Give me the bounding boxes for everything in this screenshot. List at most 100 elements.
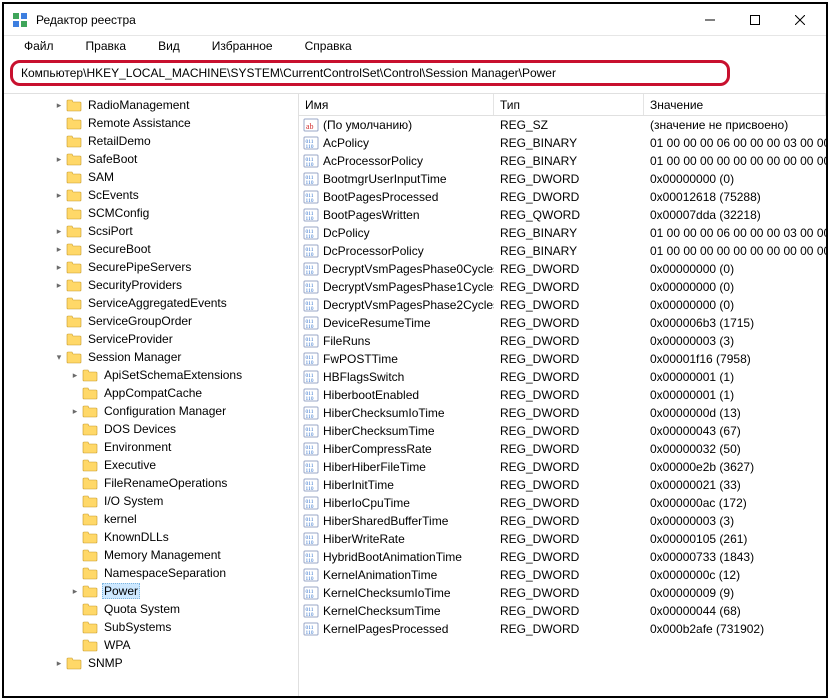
tree-item[interactable]: ▾Session Manager (4, 348, 298, 366)
registry-tree[interactable]: ▸RadioManagement▸Remote Assistance▸Retai… (4, 94, 299, 696)
value-row[interactable]: KernelChecksumIoTimeREG_DWORD0x00000009 … (299, 584, 826, 602)
tree-item[interactable]: ▸ScEvents (4, 186, 298, 204)
chevron-right-icon[interactable]: ▸ (52, 188, 66, 202)
value-row[interactable]: KernelChecksumTimeREG_DWORD0x00000044 (6… (299, 602, 826, 620)
tree-item[interactable]: ▸KnownDLLs (4, 528, 298, 546)
value-row[interactable]: AcPolicyREG_BINARY01 00 00 00 06 00 00 0… (299, 134, 826, 152)
value-row[interactable]: KernelAnimationTimeREG_DWORD0x0000000c (… (299, 566, 826, 584)
value-row[interactable]: HiberHiberFileTimeREG_DWORD0x00000e2b (3… (299, 458, 826, 476)
value-row[interactable]: HiberIoCpuTimeREG_DWORD0x000000ac (172) (299, 494, 826, 512)
value-row[interactable]: HiberChecksumTimeREG_DWORD0x00000043 (67… (299, 422, 826, 440)
value-row[interactable]: DeviceResumeTimeREG_DWORD0x000006b3 (171… (299, 314, 826, 332)
menu-view[interactable]: Вид (142, 37, 196, 55)
tree-item[interactable]: ▸AppCompatCache (4, 384, 298, 402)
tree-item[interactable]: ▸kernel (4, 510, 298, 528)
value-row[interactable]: HBFlagsSwitchREG_DWORD0x00000001 (1) (299, 368, 826, 386)
value-row[interactable]: HiberChecksumIoTimeREG_DWORD0x0000000d (… (299, 404, 826, 422)
tree-item[interactable]: ▸SecureBoot (4, 240, 298, 258)
value-row[interactable]: BootPagesWrittenREG_QWORD0x00007dda (322… (299, 206, 826, 224)
tree-item[interactable]: ▸ApiSetSchemaExtensions (4, 366, 298, 384)
tree-item[interactable]: ▸I/O System (4, 492, 298, 510)
tree-item[interactable]: ▸SubSystems (4, 618, 298, 636)
value-row[interactable]: BootmgrUserInputTimeREG_DWORD0x00000000 … (299, 170, 826, 188)
values-list[interactable]: Имя Тип Значение (По умолчанию)REG_SZ(зн… (299, 94, 826, 696)
col-header-type[interactable]: Тип (494, 94, 644, 115)
tree-item[interactable]: ▸Configuration Manager (4, 402, 298, 420)
value-row[interactable]: DcPolicyREG_BINARY01 00 00 00 06 00 00 0… (299, 224, 826, 242)
tree-item[interactable]: ▸SecurePipeServers (4, 258, 298, 276)
chevron-right-icon[interactable]: ▸ (52, 656, 66, 670)
tree-item-label: ServiceGroupOrder (86, 314, 194, 328)
maximize-button[interactable] (732, 5, 777, 35)
tree-item[interactable]: ▸ServiceAggregatedEvents (4, 294, 298, 312)
value-type: REG_SZ (494, 118, 644, 132)
tree-item[interactable]: ▸RadioManagement (4, 96, 298, 114)
value-row[interactable]: DecryptVsmPagesPhase2CyclesREG_DWORD0x00… (299, 296, 826, 314)
close-button[interactable] (777, 5, 822, 35)
value-row[interactable]: (По умолчанию)REG_SZ(значение не присвое… (299, 116, 826, 134)
value-name: AcProcessorPolicy (323, 154, 423, 168)
value-data: 0x00000000 (0) (644, 262, 826, 276)
tree-item[interactable]: ▸SafeBoot (4, 150, 298, 168)
value-row[interactable]: HiberSharedBufferTimeREG_DWORD0x00000003… (299, 512, 826, 530)
tree-item[interactable]: ▸Executive (4, 456, 298, 474)
tree-item[interactable]: ▸Power (4, 582, 298, 600)
tree-item[interactable]: ▸Memory Management (4, 546, 298, 564)
tree-item[interactable]: ▸ServiceProvider (4, 330, 298, 348)
tree-item[interactable]: ▸ScsiPort (4, 222, 298, 240)
menu-favorites[interactable]: Избранное (196, 37, 289, 55)
value-name: HiberChecksumTime (323, 424, 435, 438)
value-row[interactable]: AcProcessorPolicyREG_BINARY01 00 00 00 0… (299, 152, 826, 170)
value-type: REG_QWORD (494, 208, 644, 222)
tree-item[interactable]: ▸SCMConfig (4, 204, 298, 222)
chevron-right-icon[interactable]: ▸ (52, 242, 66, 256)
tree-item-label: FileRenameOperations (102, 476, 229, 490)
chevron-down-icon[interactable]: ▾ (52, 350, 66, 364)
binary-value-icon (303, 243, 319, 259)
chevron-right-icon[interactable]: ▸ (52, 98, 66, 112)
tree-item[interactable]: ▸SecurityProviders (4, 276, 298, 294)
value-row[interactable]: DecryptVsmPagesPhase0CyclesREG_DWORD0x00… (299, 260, 826, 278)
value-row[interactable]: DcProcessorPolicyREG_BINARY01 00 00 00 0… (299, 242, 826, 260)
value-row[interactable]: HybridBootAnimationTimeREG_DWORD0x000007… (299, 548, 826, 566)
tree-item[interactable]: ▸NamespaceSeparation (4, 564, 298, 582)
tree-item[interactable]: ▸WPA (4, 636, 298, 654)
chevron-right-icon[interactable]: ▸ (52, 260, 66, 274)
value-type: REG_DWORD (494, 388, 644, 402)
value-row[interactable]: HiberInitTimeREG_DWORD0x00000021 (33) (299, 476, 826, 494)
tree-item[interactable]: ▸FileRenameOperations (4, 474, 298, 492)
value-row[interactable]: KernelPagesProcessedREG_DWORD0x000b2afe … (299, 620, 826, 638)
tree-item[interactable]: ▸SNMP (4, 654, 298, 672)
tree-item[interactable]: ▸SAM (4, 168, 298, 186)
chevron-right-icon[interactable]: ▸ (52, 152, 66, 166)
value-row[interactable]: BootPagesProcessedREG_DWORD0x00012618 (7… (299, 188, 826, 206)
tree-item[interactable]: ▸RetailDemo (4, 132, 298, 150)
menu-help[interactable]: Справка (289, 37, 368, 55)
value-row[interactable]: FileRunsREG_DWORD0x00000003 (3) (299, 332, 826, 350)
chevron-right-icon[interactable]: ▸ (68, 584, 82, 598)
menu-file[interactable]: Файл (8, 37, 70, 55)
tree-item[interactable]: ▸ServiceGroupOrder (4, 312, 298, 330)
chevron-right-icon[interactable]: ▸ (52, 224, 66, 238)
minimize-button[interactable] (687, 5, 732, 35)
tree-item[interactable]: ▸Remote Assistance (4, 114, 298, 132)
value-row[interactable]: HiberbootEnabledREG_DWORD0x00000001 (1) (299, 386, 826, 404)
value-row[interactable]: FwPOSTTimeREG_DWORD0x00001f16 (7958) (299, 350, 826, 368)
value-row[interactable]: HiberCompressRateREG_DWORD0x00000032 (50… (299, 440, 826, 458)
chevron-right-icon[interactable]: ▸ (68, 368, 82, 382)
address-bar[interactable] (19, 65, 721, 81)
tree-item[interactable]: ▸DOS Devices (4, 420, 298, 438)
tree-item[interactable]: ▸Environment (4, 438, 298, 456)
value-data: 0x00000001 (1) (644, 388, 826, 402)
chevron-right-icon[interactable]: ▸ (68, 404, 82, 418)
col-header-value[interactable]: Значение (644, 94, 826, 115)
value-data: 0x00000105 (261) (644, 532, 826, 546)
value-row[interactable]: HiberWriteRateREG_DWORD0x00000105 (261) (299, 530, 826, 548)
tree-item[interactable]: ▸Quota System (4, 600, 298, 618)
menu-edit[interactable]: Правка (70, 37, 143, 55)
value-row[interactable]: DecryptVsmPagesPhase1CyclesREG_DWORD0x00… (299, 278, 826, 296)
chevron-right-icon[interactable]: ▸ (52, 278, 66, 292)
col-header-name[interactable]: Имя (299, 94, 494, 115)
value-name: BootmgrUserInputTime (323, 172, 447, 186)
folder-icon (82, 602, 98, 616)
